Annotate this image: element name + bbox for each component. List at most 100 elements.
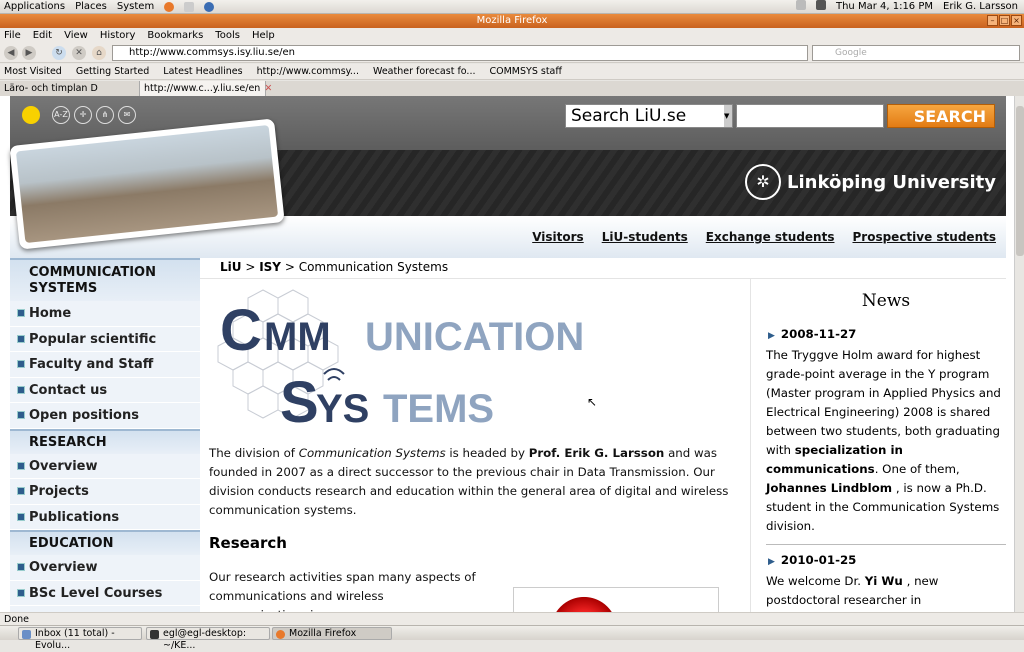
sidebar-heading-education[interactable]: EDUCATION: [10, 530, 200, 555]
tab-commsys[interactable]: http://www.c...y.liu.se/en ✕: [140, 81, 272, 96]
task-firefox[interactable]: Mozilla Firefox: [272, 627, 392, 640]
news-title: News: [861, 291, 911, 311]
research-heading: Research: [209, 534, 287, 552]
url-bar[interactable]: http://www.commsys.isy.liu.se/en: [112, 45, 808, 61]
mail-launcher-icon[interactable]: [184, 2, 195, 12]
bullet-icon: [17, 461, 25, 470]
intro-paragraph: The division of Communication Systems is…: [209, 444, 739, 520]
nav-prospective-students[interactable]: Prospective students: [852, 230, 996, 244]
bookmark-latest-headlines[interactable]: Latest Headlines: [163, 64, 242, 79]
sidebar-item-positions[interactable]: Open positions: [10, 403, 200, 429]
breadcrumb-separator: >: [281, 260, 299, 274]
maximize-icon[interactable]: □: [999, 15, 1010, 26]
sidebar-item-projects[interactable]: Projects: [10, 479, 200, 505]
menu-applications[interactable]: Applications: [4, 0, 65, 14]
logo-letters-unication: UNICATION: [365, 315, 584, 359]
bullet-icon: [17, 385, 25, 394]
news-date[interactable]: ▶ 2010-01-25: [766, 551, 1006, 572]
bookmark-commsys-staff[interactable]: COMMSYS staff: [490, 64, 562, 79]
breadcrumb-isy[interactable]: ISY: [259, 260, 281, 274]
column-divider: [750, 278, 751, 612]
terminal-icon: [150, 630, 159, 639]
breadcrumb-liu[interactable]: LiU: [220, 260, 242, 274]
menu-system[interactable]: System: [117, 0, 154, 14]
sidebar-item-popular[interactable]: Popular scientific: [10, 327, 200, 352]
research-paragraph: Our research activities span many aspect…: [209, 570, 476, 612]
firefox-launcher-icon[interactable]: [164, 2, 175, 12]
move-icon[interactable]: ✛: [74, 106, 92, 124]
sidebar-item-home[interactable]: Home: [10, 301, 200, 327]
sidebar-heading-commsys[interactable]: COMMUNICATION SYSTEMS: [10, 258, 200, 301]
menu-help[interactable]: Help: [252, 28, 275, 43]
news-date-text: 2010-01-25: [780, 553, 857, 567]
menu-edit[interactable]: Edit: [33, 28, 52, 43]
help-icon[interactable]: [204, 2, 215, 12]
menu-history[interactable]: History: [100, 28, 136, 43]
search-input[interactable]: Google: [812, 45, 1020, 61]
menu-bookmarks[interactable]: Bookmarks: [147, 28, 203, 43]
minimize-icon[interactable]: –: [987, 15, 998, 26]
menu-file[interactable]: File: [4, 28, 21, 43]
power-tray-icon[interactable]: [815, 0, 826, 10]
menu-tools[interactable]: Tools: [215, 28, 240, 43]
sidebar-item-education-overview[interactable]: Overview: [10, 555, 200, 581]
tab-laro[interactable]: Läro- och timplan D 2010✕: [0, 81, 140, 109]
task-label: Mozilla Firefox: [289, 628, 357, 639]
home-icon[interactable]: ⌂: [92, 46, 106, 60]
sidebar-item-contact[interactable]: Contact us: [10, 378, 200, 403]
news-text: We welcome Dr.: [766, 574, 865, 588]
liu-search-button-label: SEARCH: [913, 107, 986, 126]
liu-logo-text: Linköping University: [787, 171, 996, 193]
clock[interactable]: Thu Mar 4, 1:16 PM: [836, 0, 933, 14]
menu-places[interactable]: Places: [75, 0, 107, 14]
sidebar-item-label: Popular scientific: [29, 331, 157, 347]
bullet-icon: [17, 563, 25, 571]
liu-search-input[interactable]: [736, 104, 884, 128]
bookmark-most-visited[interactable]: Most Visited: [4, 64, 62, 79]
a-z-icon[interactable]: A-Z: [52, 106, 70, 124]
navigation-toolbar: ◀ ▶ ↻ ✕ ⌂ http://www.commsys.isy.liu.se/…: [0, 43, 1024, 63]
liu-search-button[interactable]: SEARCH: [887, 104, 995, 128]
swedish-flag-icon[interactable]: [22, 106, 40, 124]
antenna-wave-icon: [323, 368, 345, 381]
scrollbar-thumb[interactable]: [1016, 106, 1024, 256]
window-titlebar[interactable]: Mozilla Firefox – □ ×: [0, 14, 1024, 28]
sidebar-item-bsc-courses[interactable]: BSc Level Courses: [10, 581, 200, 606]
sidebar-item-publications[interactable]: Publications: [10, 505, 200, 530]
search-placeholder: Google: [835, 48, 867, 58]
back-arrow-icon[interactable]: ◀: [4, 46, 18, 60]
nav-liu-students[interactable]: LiU-students: [602, 230, 688, 244]
sidebar-heading-research[interactable]: RESEARCH: [10, 428, 200, 454]
forward-arrow-icon[interactable]: ▶: [22, 46, 36, 60]
sitemap-icon[interactable]: ⋔: [96, 106, 114, 124]
news-bold: Yi Wu: [864, 574, 903, 588]
url-text: http://www.commsys.isy.liu.se/en: [129, 47, 296, 58]
logo-letters-tems: TEMS: [383, 387, 494, 428]
task-terminal[interactable]: egl@egl-desktop: ~/KE...: [146, 627, 270, 651]
research-figure: [513, 587, 719, 612]
close-icon[interactable]: ×: [1011, 15, 1022, 26]
liu-logo[interactable]: ✲ Linköping University: [745, 164, 996, 200]
news-column: News ▶ 2008-11-27 The Tryggve Holm award …: [766, 292, 1006, 612]
menu-view[interactable]: View: [64, 28, 88, 43]
nav-visitors[interactable]: Visitors: [532, 230, 584, 244]
logo-letters-ys: YS: [316, 387, 369, 428]
mail-tray-icon[interactable]: [795, 0, 806, 10]
chevron-down-icon: ▼: [724, 105, 732, 127]
bookmark-commsys[interactable]: http://www.commsy...: [257, 64, 359, 79]
tab-close-icon[interactable]: ✕: [264, 83, 272, 94]
stop-icon[interactable]: ✕: [72, 46, 86, 60]
reload-icon[interactable]: ↻: [52, 46, 66, 60]
menubar: File Edit View History Bookmarks Tools H…: [0, 28, 1024, 43]
sidebar-item-faculty[interactable]: Faculty and Staff: [10, 352, 200, 378]
task-evolution[interactable]: Inbox (11 total) - Evolu...: [18, 627, 142, 651]
nav-exchange-students[interactable]: Exchange students: [706, 230, 835, 244]
news-date[interactable]: ▶ 2008-11-27: [766, 325, 1006, 346]
bookmark-weather[interactable]: Weather forecast fo...: [373, 64, 476, 79]
liu-search-select[interactable]: Search LiU.se ▼: [565, 104, 733, 128]
vertical-scrollbar[interactable]: [1014, 96, 1024, 612]
user-name[interactable]: Erik G. Larsson: [943, 0, 1018, 14]
bookmark-getting-started[interactable]: Getting Started: [76, 64, 149, 79]
mail-icon[interactable]: ✉: [118, 106, 136, 124]
sidebar-item-research-overview[interactable]: Overview: [10, 454, 200, 479]
